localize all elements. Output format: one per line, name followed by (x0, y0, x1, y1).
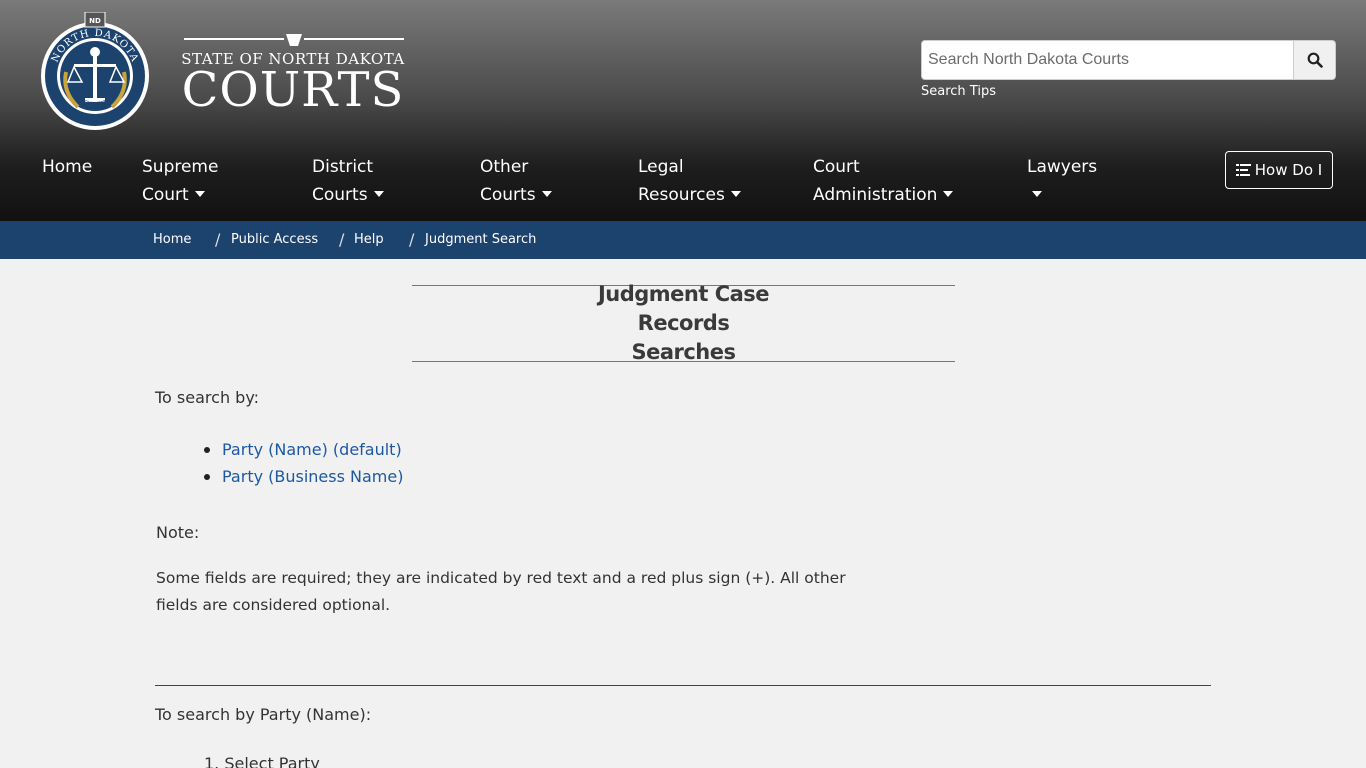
breadcrumb-home[interactable]: Home (153, 232, 191, 247)
breadcrumb-separator: / (409, 230, 415, 249)
breadcrumb-separator: / (215, 230, 221, 249)
nav-label-line2: Court (142, 185, 189, 205)
nav-label-line1: Court (813, 157, 860, 177)
court-seal-logo[interactable]: ND NORTH DAKOTA COURTS (38, 11, 152, 134)
note-text-line1: Some fields are required; they are indic… (156, 569, 846, 587)
nav-label-line2: Courts (480, 185, 536, 205)
breadcrumb-separator: / (339, 230, 345, 249)
caret-down-icon (373, 191, 384, 197)
search-icon (1307, 52, 1323, 68)
search-tips-link[interactable]: Search Tips (921, 84, 996, 99)
site-wordmark[interactable]: STATE OF NORTH DAKOTA COURTS (178, 30, 408, 118)
step-text: Select Party (224, 754, 320, 768)
caret-down-icon (541, 191, 552, 197)
breadcrumb-help[interactable]: Help (354, 232, 384, 247)
caret-down-icon (194, 191, 205, 197)
list-icon (1235, 164, 1251, 176)
nav-label-line2: Resources (638, 185, 725, 205)
nav-supreme-court[interactable]: Supreme Court (142, 153, 218, 209)
bullet-icon (204, 474, 210, 480)
search-input[interactable] (921, 40, 1294, 80)
page-title-line1: Judgment Case Records (597, 282, 770, 335)
how-do-i-label: How Do I (1254, 161, 1323, 179)
nav-label-line1: Legal (638, 157, 684, 177)
bullet-icon (204, 447, 210, 453)
how-do-i-button[interactable]: How Do I (1225, 151, 1333, 189)
page-title-block: Judgment Case Records Searches (412, 282, 955, 364)
note-label: Note: (156, 523, 200, 542)
nav-legal-resources[interactable]: Legal Resources (638, 153, 741, 209)
page-title: Judgment Case Records Searches (554, 280, 814, 367)
nav-label-line1: District (312, 157, 374, 177)
note-text-line2: fields are considered optional. (156, 596, 391, 614)
caret-down-icon (730, 191, 741, 197)
search-button[interactable] (1294, 40, 1336, 80)
nav-other-courts[interactable]: Other Courts (480, 153, 552, 209)
site-header: ND NORTH DAKOTA COURTS STATE OF NORTH DA… (0, 0, 1366, 221)
link-party-business-name[interactable]: Party (Business Name) (222, 467, 403, 486)
intro-text: To search by: (155, 388, 260, 407)
caret-down-icon (1032, 191, 1042, 197)
nav-lawyers[interactable]: Lawyers (1027, 153, 1097, 209)
wordmark-ornament (184, 34, 404, 46)
caret-down-icon (943, 191, 954, 197)
site-search (921, 40, 1336, 80)
section-heading: To search by Party (Name): (155, 705, 372, 724)
breadcrumb-current: Judgment Search (425, 232, 537, 247)
nav-court-administration[interactable]: Court Administration (813, 153, 954, 209)
breadcrumb: Home / Public Access / Help / Judgment S… (0, 221, 1366, 259)
nav-label-line2: Courts (312, 185, 368, 205)
step-item: 1. Select Party (204, 754, 320, 768)
nav-home-label: Home (42, 157, 93, 177)
nav-label-line2: Administration (813, 185, 938, 205)
breadcrumb-public-access[interactable]: Public Access (231, 232, 318, 247)
page-title-line2: Searches (631, 340, 736, 364)
nav-label-line1: Supreme (142, 157, 219, 177)
wordmark-courts: COURTS (181, 62, 405, 118)
nav-label-line1: Lawyers (1027, 157, 1098, 177)
nav-label-line1: Other (480, 157, 529, 177)
nav-district-courts[interactable]: District Courts (312, 153, 384, 209)
section-divider (155, 685, 1211, 686)
main-nav: Home Supreme Court District Courts Other… (0, 150, 1366, 220)
seal-badge: ND (89, 17, 101, 25)
nav-home[interactable]: Home (42, 153, 92, 181)
link-party-name[interactable]: Party (Name) (default) (222, 440, 402, 459)
